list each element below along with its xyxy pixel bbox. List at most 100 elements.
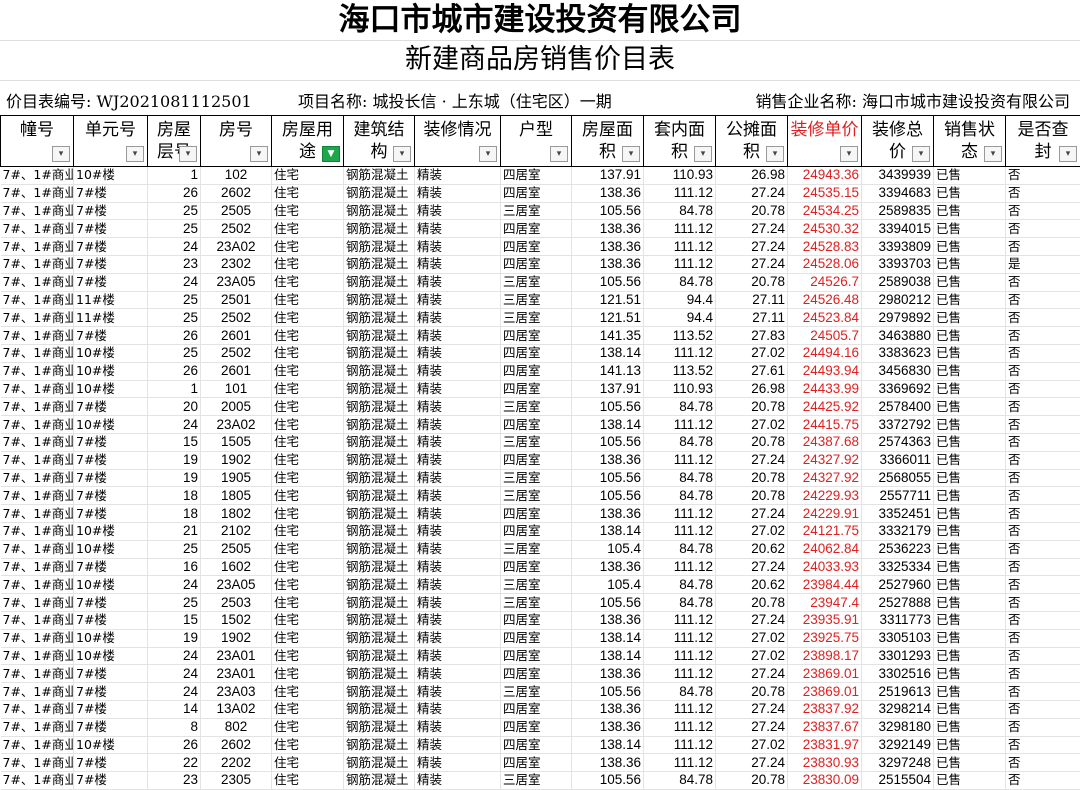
filter-dropdown-icon[interactable]: ▾ — [766, 146, 784, 162]
filter-dropdown-icon[interactable]: ▾ — [1059, 146, 1077, 162]
table-cell: 2527960 — [862, 576, 934, 594]
table-cell: 7#、1#商业 — [1, 184, 74, 202]
filter-dropdown-icon[interactable]: ▾ — [550, 146, 568, 162]
table-cell: 四居室 — [501, 629, 572, 647]
table-cell: 105.56 — [572, 683, 644, 701]
table-cell: 四居室 — [501, 665, 572, 683]
table-cell: 精装 — [415, 398, 501, 416]
table-cell: 2557711 — [862, 487, 934, 505]
table-cell: 2578400 — [862, 398, 934, 416]
table-cell: 否 — [1006, 309, 1080, 327]
table-cell: 四居室 — [501, 700, 572, 718]
filter-dropdown-icon[interactable]: ▾ — [393, 146, 411, 162]
column-header-label: 房号 — [201, 116, 271, 141]
filter-dropdown-icon[interactable]: ▾ — [912, 146, 930, 162]
table-cell: 精装 — [415, 540, 501, 558]
table-cell: 3394015 — [862, 220, 934, 238]
table-cell: 26 — [148, 327, 201, 345]
table-cell: 111.12 — [644, 736, 716, 754]
table-row: 7#、1#商业10#楼1102住宅钢筋混凝土精装四居室137.91110.932… — [1, 167, 1080, 185]
table-cell: 26 — [148, 184, 201, 202]
table-row: 7#、1#商业7#楼202005住宅钢筋混凝土精装三居室105.5684.782… — [1, 398, 1080, 416]
table-cell: 23837.67 — [788, 718, 862, 736]
table-cell: 已售 — [934, 540, 1006, 558]
table-cell: 1802 — [201, 505, 272, 523]
filter-dropdown-icon[interactable]: ▾ — [126, 146, 144, 162]
filter-dropdown-icon[interactable]: ▾ — [52, 146, 70, 162]
table-row: 7#、1#商业7#楼2423A02住宅钢筋混凝土精装四居室138.36111.1… — [1, 238, 1080, 256]
table-cell: 已售 — [934, 327, 1006, 345]
table-cell: 7#、1#商业 — [1, 255, 74, 273]
table-cell: 否 — [1006, 380, 1080, 398]
column-header-label: 户型 — [501, 116, 571, 141]
table-cell: 2602 — [201, 184, 272, 202]
table-cell: 10#楼 — [74, 736, 148, 754]
table-cell: 已售 — [934, 451, 1006, 469]
table-cell: 已售 — [934, 736, 1006, 754]
table-cell: 105.56 — [572, 594, 644, 612]
table-cell: 1 — [148, 167, 201, 185]
table-cell: 20.78 — [716, 469, 788, 487]
table-cell: 24528.83 — [788, 238, 862, 256]
table-cell: 已售 — [934, 273, 1006, 291]
table-row: 7#、1#商业7#楼2423A03住宅钢筋混凝土精装三居室105.5684.78… — [1, 683, 1080, 701]
table-cell: 111.12 — [644, 416, 716, 434]
table-cell: 19 — [148, 629, 201, 647]
table-cell: 27.24 — [716, 700, 788, 718]
table-cell: 84.78 — [644, 273, 716, 291]
table-cell: 住宅 — [272, 433, 344, 451]
filter-dropdown-icon[interactable]: ▾ — [694, 146, 712, 162]
filter-dropdown-icon[interactable]: ▾ — [622, 146, 640, 162]
table-cell: 111.12 — [644, 451, 716, 469]
table-cell: 钢筋混凝土 — [344, 255, 415, 273]
table-cell: 否 — [1006, 451, 1080, 469]
table-cell: 钢筋混凝土 — [344, 540, 415, 558]
table-row: 7#、1#商业10#楼262602住宅钢筋混凝土精装四居室138.14111.1… — [1, 736, 1080, 754]
table-cell: 20.78 — [716, 433, 788, 451]
filter-active-icon[interactable]: ▼ — [322, 146, 340, 162]
table-cell: 111.12 — [644, 665, 716, 683]
filter-dropdown-icon[interactable]: ▾ — [840, 146, 858, 162]
filter-dropdown-icon[interactable]: ▾ — [179, 146, 197, 162]
column-header-3: 房号 ▾ — [201, 116, 272, 167]
table-row: 7#、1#商业7#楼2423A01住宅钢筋混凝土精装四居室138.36111.1… — [1, 665, 1080, 683]
table-cell: 24 — [148, 683, 201, 701]
table-cell: 7#、1#商业 — [1, 469, 74, 487]
table-cell: 105.56 — [572, 398, 644, 416]
table-cell: 三居室 — [501, 398, 572, 416]
table-cell: 三居室 — [501, 469, 572, 487]
table-cell: 27.24 — [716, 255, 788, 273]
table-cell: 精装 — [415, 736, 501, 754]
table-cell: 111.12 — [644, 718, 716, 736]
table-cell: 7#楼 — [74, 433, 148, 451]
table-cell: 7#、1#商业 — [1, 344, 74, 362]
table-cell: 否 — [1006, 754, 1080, 772]
column-header-13: 销售状 态▾ — [934, 116, 1006, 167]
table-cell: 7#、1#商业 — [1, 683, 74, 701]
table-cell: 已售 — [934, 665, 1006, 683]
filter-dropdown-icon[interactable]: ▾ — [984, 146, 1002, 162]
table-cell: 否 — [1006, 167, 1080, 185]
table-cell: 精装 — [415, 238, 501, 256]
table-cell: 7#楼 — [74, 772, 148, 790]
table-cell: 24943.36 — [788, 167, 862, 185]
table-cell: 138.36 — [572, 220, 644, 238]
table-cell: 2503 — [201, 594, 272, 612]
table-row: 7#、1#商业7#楼8802住宅钢筋混凝土精装四居室138.36111.1227… — [1, 718, 1080, 736]
table-cell: 否 — [1006, 398, 1080, 416]
table-cell: 27.24 — [716, 718, 788, 736]
table-cell: 住宅 — [272, 647, 344, 665]
filter-dropdown-icon[interactable]: ▾ — [479, 146, 497, 162]
table-cell: 否 — [1006, 718, 1080, 736]
table-cell: 3298214 — [862, 700, 934, 718]
table-cell: 10#楼 — [74, 344, 148, 362]
table-cell: 2502 — [201, 309, 272, 327]
table-cell: 7#、1#商业 — [1, 327, 74, 345]
table-cell: 94.4 — [644, 309, 716, 327]
filter-dropdown-icon[interactable]: ▾ — [250, 146, 268, 162]
column-header-0: 幢号▾ — [1, 116, 74, 167]
table-cell: 7#楼 — [74, 487, 148, 505]
table-cell: 84.78 — [644, 594, 716, 612]
table-cell: 四居室 — [501, 184, 572, 202]
column-header-9: 套内面 积▾ — [644, 116, 716, 167]
